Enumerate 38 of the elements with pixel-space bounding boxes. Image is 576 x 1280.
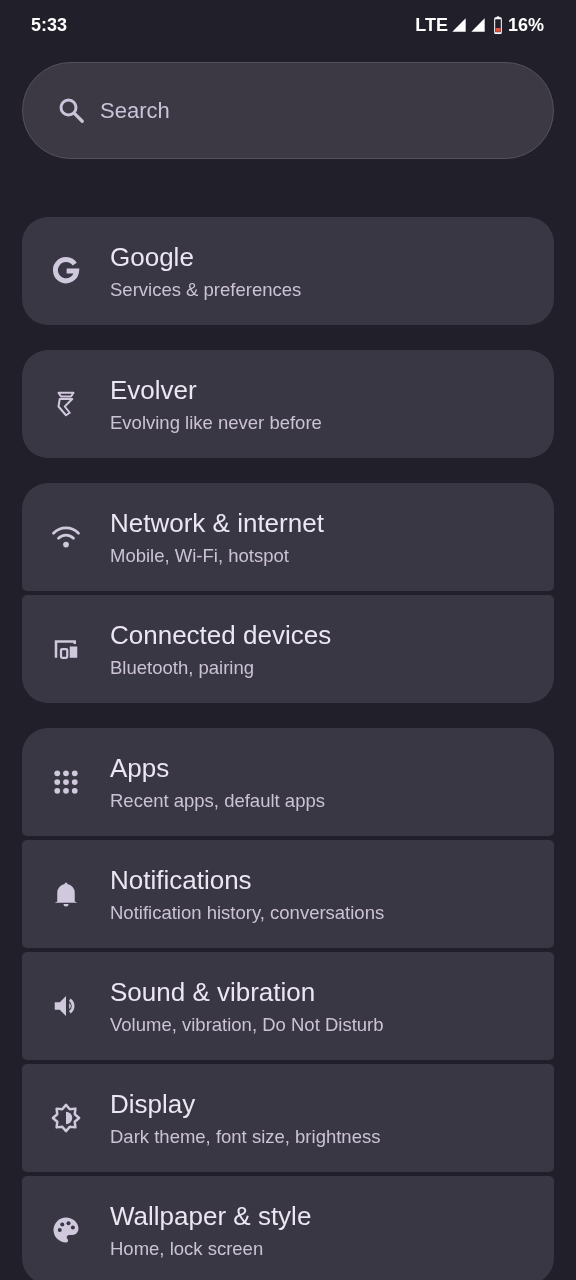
search-field[interactable]: Search <box>22 62 554 159</box>
item-subtitle: Volume, vibration, Do Not Disturb <box>110 1013 384 1036</box>
settings-item[interactable]: Display Dark theme, font size, brightness <box>22 1064 554 1172</box>
network-type: LTE <box>415 14 448 36</box>
settings-item[interactable]: Evolver Evolving like never before <box>22 350 554 458</box>
signal-icon <box>469 17 486 33</box>
grid-icon <box>51 767 81 797</box>
item-subtitle: Notification history, conversations <box>110 901 385 924</box>
item-title: Wallpaper & style <box>110 1200 312 1232</box>
battery-icon <box>492 16 503 34</box>
settings-item[interactable]: Google Services & preferences <box>22 217 554 325</box>
item-subtitle: Services & preferences <box>110 278 302 301</box>
item-title: Google <box>110 241 195 273</box>
item-title: Evolver <box>110 374 198 406</box>
battery-percent: 16% <box>507 14 544 36</box>
settings-item[interactable]: Notifications Notification history, conversations <box>22 840 554 948</box>
item-subtitle: Recent apps, default apps <box>110 789 325 812</box>
item-title: Connected devices <box>110 619 332 651</box>
palette-icon <box>51 1215 81 1245</box>
item-title: Apps <box>110 752 171 784</box>
item-subtitle: Home, lock screen <box>110 1237 265 1260</box>
clock-time: 5:33 <box>31 14 68 36</box>
item-title: Network & internet <box>110 507 324 539</box>
item-title: Sound & vibration <box>110 976 317 1008</box>
g-logo-icon <box>51 256 81 286</box>
signal-icon <box>450 17 467 33</box>
settings-item[interactable]: Network & internet Mobile, Wi-Fi, hotspot <box>22 483 554 591</box>
item-subtitle: Dark theme, font size, brightness <box>110 1125 381 1148</box>
item-subtitle: Bluetooth, pairing <box>110 656 255 679</box>
item-subtitle: Mobile, Wi-Fi, hotspot <box>110 544 290 567</box>
settings-item[interactable]: Sound & vibration Volume, vibration, Do Not Disturb <box>22 952 554 1060</box>
settings-item[interactable]: Apps Recent apps, default apps <box>22 728 554 836</box>
item-subtitle: Evolving like never before <box>110 411 322 434</box>
settings-item[interactable]: Connected devices Bluetooth, pairing <box>22 595 554 703</box>
brightness-icon <box>51 1103 81 1133</box>
item-title: Display <box>110 1088 197 1120</box>
settings-item[interactable]: Wallpaper & style Home, lock screen <box>22 1176 554 1280</box>
item-title: Notifications <box>110 864 253 896</box>
